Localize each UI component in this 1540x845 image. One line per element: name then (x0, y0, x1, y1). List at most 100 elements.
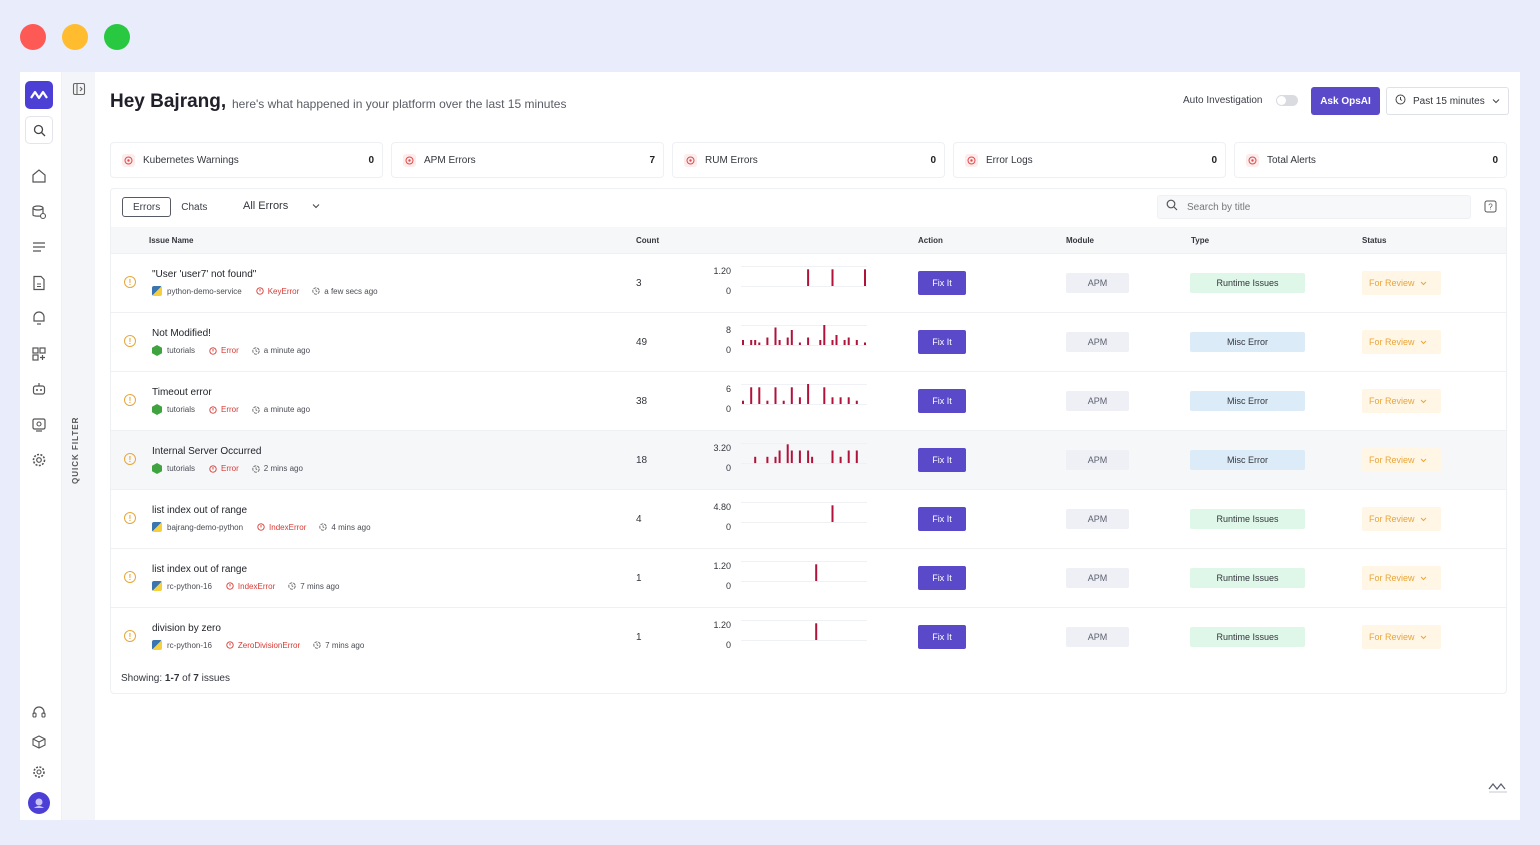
fix-it-button[interactable]: Fix It (918, 448, 966, 472)
headset-icon[interactable] (29, 702, 49, 722)
issue-title[interactable]: Not Modified! (152, 328, 211, 339)
minimize-window-button[interactable] (62, 24, 88, 50)
issue-title[interactable]: list index out of range (152, 564, 247, 575)
spark-bar (766, 337, 769, 345)
status-dropdown[interactable]: For Review (1362, 625, 1441, 649)
dashboard-icon[interactable] (29, 344, 49, 364)
error-name: IndexError (237, 581, 276, 591)
stat-card[interactable]: RUM Errors 0 (672, 142, 945, 178)
home-icon[interactable] (29, 166, 49, 186)
logo-icon[interactable] (25, 81, 53, 109)
error-type: IndexError (226, 582, 275, 591)
settings-gear-icon[interactable] (29, 450, 49, 470)
type-badge: Runtime Issues (1190, 568, 1305, 588)
spark-bar (758, 342, 761, 345)
monitor-icon[interactable] (29, 415, 49, 435)
spark-bar (798, 450, 801, 463)
warning-icon: ! (124, 335, 136, 347)
close-window-button[interactable] (20, 24, 46, 50)
search-icon[interactable] (25, 116, 53, 144)
gear-icon[interactable] (29, 762, 49, 782)
user-avatar[interactable] (28, 792, 50, 814)
type-badge: Misc Error (1190, 332, 1305, 352)
issue-title[interactable]: "User 'user7' not found" (152, 269, 256, 280)
error-name: KeyError (267, 286, 300, 296)
fix-it-button[interactable]: Fix It (918, 389, 966, 413)
table-row[interactable]: ! list index out of range bajrang-demo-pyt… (111, 489, 1506, 548)
fix-it-button[interactable]: Fix It (918, 625, 966, 649)
error-filter-dropdown[interactable]: All Errors (243, 200, 320, 212)
showing-of: of (182, 673, 191, 684)
col-issue-name[interactable]: Issue Name (149, 236, 193, 245)
help-icon[interactable]: ? (1484, 200, 1497, 213)
fix-it-button[interactable]: Fix It (918, 507, 966, 531)
spark-bar (742, 340, 744, 345)
error-sparkline (741, 561, 867, 582)
status-value: For Review (1369, 396, 1415, 406)
list-icon[interactable] (29, 237, 49, 257)
document-icon[interactable] (29, 273, 49, 293)
col-status[interactable]: Status (1362, 236, 1386, 245)
spark-bar (855, 400, 858, 404)
col-type[interactable]: Type (1191, 236, 1209, 245)
search-input[interactable] (1187, 201, 1447, 213)
status-dropdown[interactable]: For Review (1362, 448, 1441, 472)
bot-icon[interactable] (29, 379, 49, 399)
cube-icon[interactable] (29, 732, 49, 752)
alert-icon[interactable] (29, 308, 49, 328)
stat-label: Total Alerts (1267, 154, 1316, 166)
status-dropdown[interactable]: For Review (1362, 566, 1441, 590)
status-dropdown[interactable]: For Review (1362, 389, 1441, 413)
fix-it-button[interactable]: Fix It (918, 330, 966, 354)
status-dropdown[interactable]: For Review (1362, 330, 1441, 354)
auto-investigation-toggle[interactable] (1276, 95, 1298, 106)
issue-title[interactable]: Internal Server Occurred (152, 446, 262, 457)
stat-value: 0 (1492, 154, 1498, 166)
stat-card[interactable]: APM Errors 7 (391, 142, 664, 178)
time-ago: 7 mins ago (288, 582, 339, 591)
table-row[interactable]: ! Internal Server Occurred tutorials Error 2… (111, 430, 1506, 489)
time-range-dropdown[interactable]: Past 15 minutes (1386, 87, 1509, 115)
table-row[interactable]: ! Timeout error tutorials Error a minute ago… (111, 371, 1506, 430)
table-row[interactable]: ! division by zero rc-python-16 ZeroDivisio… (111, 607, 1506, 666)
issue-count: 3 (636, 278, 642, 289)
collapse-sidebar-icon[interactable] (72, 82, 86, 96)
table-row[interactable]: ! Not Modified! tutorials Error a minute ago… (111, 312, 1506, 371)
issue-meta: rc-python-16 ZeroDivisionError 7 mins ago (152, 640, 364, 650)
stat-card[interactable]: Kubernetes Warnings 0 (110, 142, 383, 178)
table-row[interactable]: ! "User 'user7' not found" python-demo-ser… (111, 253, 1506, 312)
spark-bar (819, 340, 822, 345)
table-row[interactable]: ! list index out of range rc-python-16 Inde… (111, 548, 1506, 607)
issue-title[interactable]: list index out of range (152, 505, 247, 516)
service-name: tutorials (167, 464, 196, 473)
service: rc-python-16 (152, 581, 212, 591)
tab-chats[interactable]: Chats (171, 197, 217, 217)
col-module[interactable]: Module (1066, 236, 1094, 245)
stat-card[interactable]: Error Logs 0 (953, 142, 1226, 178)
maximize-window-button[interactable] (104, 24, 130, 50)
service: bajrang-demo-python (152, 522, 243, 532)
error-icon (226, 582, 234, 590)
issue-title[interactable]: division by zero (152, 623, 221, 634)
col-count[interactable]: Count (636, 236, 659, 245)
status-dropdown[interactable]: For Review (1362, 271, 1441, 295)
stat-card[interactable]: Total Alerts 0 (1234, 142, 1507, 178)
spark-y-min: 0 (725, 286, 731, 296)
service-name: tutorials (167, 346, 196, 355)
type-badge: Misc Error (1190, 450, 1305, 470)
issue-title[interactable]: Timeout error (152, 387, 212, 398)
fix-it-button[interactable]: Fix It (918, 271, 966, 295)
status-dropdown[interactable]: For Review (1362, 507, 1441, 531)
quick-filter-label[interactable]: QUICK FILTER (71, 417, 80, 484)
spark-bar (855, 450, 858, 463)
time-ago: a minute ago (252, 346, 310, 355)
spark-y-max: 1.20 (713, 266, 731, 276)
spark-y-max: 6 (725, 384, 731, 394)
fix-it-button[interactable]: Fix It (918, 566, 966, 590)
chevron-down-icon (1420, 399, 1426, 403)
tab-errors[interactable]: Errors (122, 197, 172, 217)
issue-meta: tutorials Error a minute ago (152, 404, 310, 415)
database-icon[interactable] (29, 202, 49, 222)
spark-bar (774, 456, 777, 464)
ask-opsai-button[interactable]: Ask OpsAI (1311, 87, 1380, 115)
